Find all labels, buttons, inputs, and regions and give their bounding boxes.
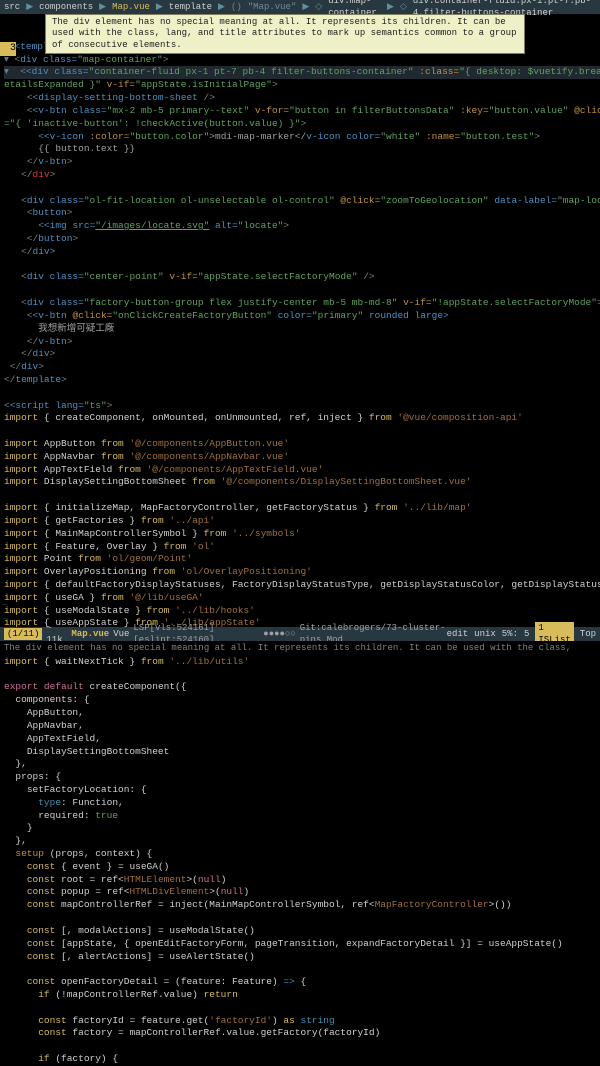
breadcrumb-bar: src ▶ components ▶ Map.vue ▶ template ▶ …: [0, 0, 600, 14]
crumb-file[interactable]: Map.vue: [112, 1, 150, 13]
status-edit: edit: [447, 628, 469, 640]
status-filetype: Vue: [113, 628, 129, 640]
chevron-right-icon: ▶: [387, 1, 394, 13]
chevron-right-icon: ▶: [218, 1, 225, 13]
crumb-components[interactable]: components: [39, 1, 93, 13]
html-tag-icon: ◇: [400, 1, 407, 13]
status-dots: ●●●●○○: [263, 628, 295, 640]
chevron-right-icon: ▶: [156, 1, 163, 13]
status-pos: (1/11): [4, 628, 42, 640]
chevron-right-icon: ▶: [26, 1, 33, 13]
status-bar: (1/11) ~ 11k Map.vue Vue LSP[vls:524161]…: [0, 627, 600, 641]
minibuffer[interactable]: The div element has no special meaning a…: [0, 641, 600, 655]
chevron-right-icon: ▶: [99, 1, 106, 13]
lsp-hover-tooltip: The div element has no special meaning a…: [45, 14, 525, 54]
status-unix: unix: [474, 628, 496, 640]
crumb-fname2: "Map.vue": [248, 1, 297, 13]
status-pct: 5%:: [502, 628, 518, 640]
html-tag-icon: ◇: [315, 1, 322, 13]
crumb-paren: (): [231, 1, 242, 13]
status-col: 5: [524, 628, 529, 640]
status-filename: Map.vue: [71, 628, 109, 640]
gutter: 3: [0, 42, 18, 56]
crumb-src[interactable]: src: [4, 1, 20, 13]
current-line-number: 3: [0, 42, 16, 56]
crumb-template[interactable]: template: [169, 1, 212, 13]
chevron-right-icon: ▶: [302, 1, 309, 13]
status-top: Top: [580, 628, 596, 640]
code-editor[interactable]: ▾<<template> ▾ <div class="map-container…: [0, 14, 600, 1066]
